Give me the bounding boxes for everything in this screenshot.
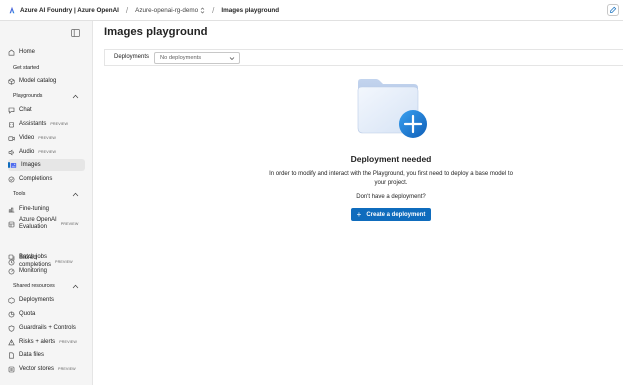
preview-badge: PREVIEW [38,136,56,140]
sidebar-item-label: Completions [19,176,53,182]
file-icon [9,352,14,358]
empty-state-question: Don't have a deployment? [356,194,426,200]
sidebar-item-completions[interactable]: Completions [8,173,85,185]
page-title: Images playground [104,26,208,38]
alert-icon [8,338,15,345]
chevron-down-icon [229,57,235,60]
plus-icon: + [356,209,362,219]
tune-icon [8,207,15,212]
sidebar-item-data-files[interactable]: Data files [8,349,85,361]
breadcrumb-page: Images playground [221,6,280,14]
preview-badge: PREVIEW [58,367,76,371]
folder-add-illustration-icon [357,79,427,138]
deployments-label: Deployments [114,54,150,60]
sidebar-item-video[interactable]: Video PREVIEW [8,132,85,144]
chevron-up-down-icon [200,7,205,13]
sidebar-item-label: Azure OpenAI Evaluation [19,216,57,231]
deployments-dropdown[interactable]: No deployments [154,52,240,64]
breadcrumb-resource[interactable]: Azure-openai-rg-demo [135,7,205,14]
sidebar-item-azure-openai-evaluation[interactable]: Azure OpenAI Evaluation PREVIEW [8,215,85,233]
sidebar-item-label: Model catalog [19,78,57,84]
deployments-dropdown-value: No deployments [160,55,202,61]
azure-logo-icon [9,6,15,14]
sidebar: Home Get started Model catalog Playgroun… [0,21,93,385]
sidebar-item-model-catalog[interactable]: Model catalog [8,75,85,87]
cube-icon [8,77,15,85]
empty-state-title: Deployment needed [350,154,432,164]
sidebar-item-label: Fine-tuning [19,206,50,212]
vector-store-icon [8,366,15,372]
sidebar-item-guardrails[interactable]: Guardrails + Controls [8,322,85,334]
sidebar-item-label: Risks + alerts [19,339,56,345]
sidebar-item-vector-stores[interactable]: Vector stores PREVIEW [8,363,85,375]
sidebar-item-images[interactable]: Images [8,159,85,171]
image-icon [10,162,17,168]
sidebar-item-label: Video [19,135,35,141]
breadcrumb-resource-label: Azure-openai-rg-demo [135,6,199,14]
empty-state-description: In order to modify and interact with the… [269,171,513,186]
preview-badge: PREVIEW [59,340,77,344]
sidebar-item-chat[interactable]: Chat [8,104,85,116]
sidebar-item-quota[interactable]: Quota [8,308,85,320]
sidebar-item-deployments[interactable]: Deployments [8,294,85,306]
breadcrumb-separator: / [125,5,129,15]
deployments-icon [8,296,15,304]
video-icon [8,135,15,141]
sidebar-item-assistants[interactable]: Assistants PREVIEW [8,118,85,130]
collapse-sidebar-icon[interactable] [71,29,80,37]
preview-badge: PREVIEW [60,222,79,226]
section-tools: Tools [13,191,26,197]
sidebar-item-label: Batch jobs [19,254,48,260]
chevron-up-icon[interactable] [72,192,79,197]
speaker-icon [8,149,14,155]
sidebar-item-label: Home [19,49,36,55]
evaluation-icon [8,221,15,227]
sidebar-item-label: Images [21,162,41,168]
shield-icon [8,324,15,332]
section-playgrounds: Playgrounds [13,93,43,99]
quota-icon [8,311,15,317]
chevron-up-icon[interactable] [72,94,79,99]
sidebar-item-label: Audio [19,149,35,155]
section-get-started: Get started [13,65,40,71]
sidebar-item-label: Monitoring [19,268,48,274]
deployments-bar: Deployments No deployments [104,49,623,66]
create-deployment-button[interactable]: + Create a deployment [351,208,431,221]
sidebar-item-home[interactable]: Home [8,46,85,58]
assistant-icon [8,121,15,127]
section-shared-resources: Shared resources [13,283,55,289]
brand-title[interactable]: Azure AI Foundry | Azure OpenAI [20,7,119,14]
sidebar-item-risks-alerts[interactable]: Risks + alerts PREVIEW [8,336,85,348]
preview-badge: PREVIEW [38,150,57,154]
batch-icon [8,254,15,260]
sidebar-item-label: Chat [19,107,32,113]
completions-icon [8,176,15,182]
preview-badge: PREVIEW [50,122,69,126]
chevron-up-icon[interactable] [72,284,79,289]
sidebar-item-fine-tuning[interactable]: Fine-tuning [8,203,85,215]
sidebar-item-batch-jobs[interactable]: Batch jobs [8,251,85,263]
sidebar-item-label: Assistants [19,121,47,127]
sidebar-item-monitoring[interactable]: Monitoring [8,265,85,277]
breadcrumb-separator: / [212,5,215,15]
sidebar-item-label: Quota [19,311,36,317]
sidebar-item-label: Data files [19,352,45,358]
edit-icon [610,6,617,13]
sidebar-item-label: Vector stores [19,366,55,372]
monitor-icon [8,268,15,274]
chat-icon [8,107,15,114]
home-icon [8,49,15,55]
sidebar-item-label: Guardrails + Controls [19,325,76,331]
sidebar-item-label: Deployments [19,297,55,303]
create-deployment-label: Create a deployment [366,211,426,218]
sidebar-item-audio[interactable]: Audio PREVIEW [8,146,85,158]
top-bar: Azure AI Foundry | Azure OpenAI / Azure-… [0,0,623,21]
edit-icon-button[interactable] [607,4,619,16]
